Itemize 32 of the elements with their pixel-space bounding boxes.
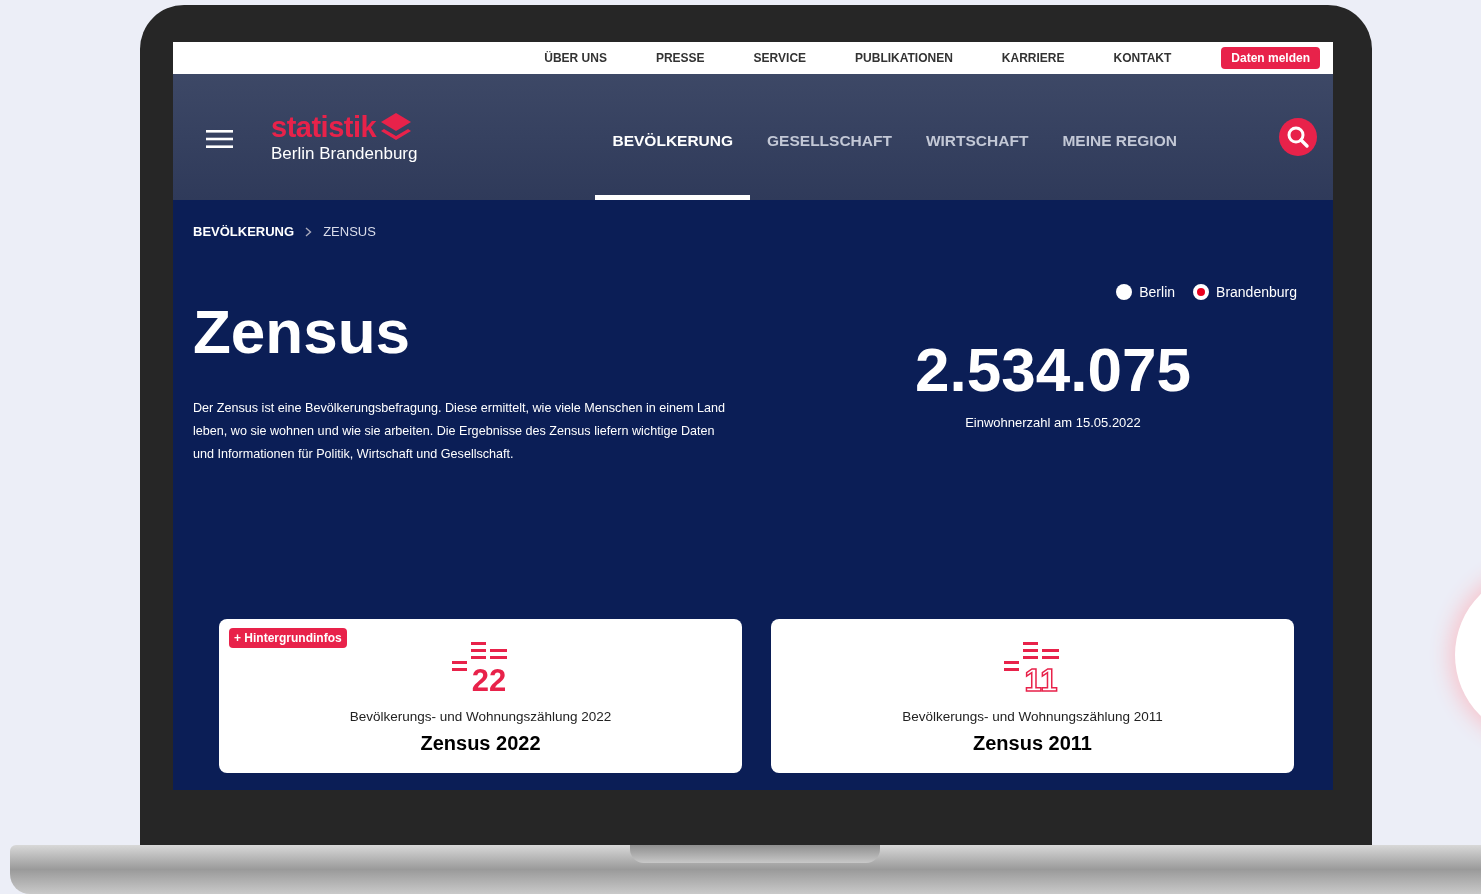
census-card[interactable]: 11 Bevölkerungs- und Wohnungszählung 2011 Zensus 2011 [771, 619, 1294, 773]
nav-tab[interactable]: GESELLSCHAFT [750, 74, 909, 200]
nav-tab[interactable]: WIRTSCHAFT [908, 74, 1046, 200]
logo-subtitle: Berlin Brandenburg [271, 144, 418, 164]
population-value: 2.534.075 [915, 334, 1191, 405]
card-subtitle: Bevölkerungs- und Wohnungszählung 2011 [902, 709, 1163, 724]
top-link[interactable]: SERVICE [753, 51, 807, 65]
top-link[interactable]: KARRIERE [1001, 51, 1065, 65]
top-link[interactable]: PUBLIKATIONEN [855, 51, 953, 65]
region-radio[interactable]: Brandenburg [1193, 284, 1297, 300]
intro-paragraph: Der Zensus ist eine Bevölkerungsbefragung. Diese ermittelt, wie viele Menschen in einem Land leben, wo sie wohnen und wie sie arbeiten. Die Ergebnisse des Zensus liefern wichtige Daten und Informationen für Politik, Wirtschaft und Gesellschaft. [193, 400, 726, 463]
logo-wordmark: statistik [271, 112, 377, 142]
population-caption: Einwohnerzahl am 15.05.2022 [965, 415, 1141, 430]
search-icon [1286, 125, 1310, 149]
card-subtitle: Bevölkerungs- und Wohnungszählung 2022 [349, 709, 612, 724]
page-title: Zensus [193, 301, 412, 363]
chevron-right-icon [305, 226, 313, 237]
report-button[interactable]: Daten melden [1221, 47, 1320, 69]
top-link[interactable]: PRESSE [655, 51, 705, 65]
breadcrumb-link[interactable]: ZENSUS [323, 224, 376, 239]
top-link[interactable]: KONTAKT [1113, 51, 1172, 65]
menu-icon[interactable] [206, 129, 233, 149]
layers-icon [380, 112, 413, 142]
top-link[interactable]: ÜBER UNS [544, 51, 607, 65]
card-title: Zensus 2022 [420, 732, 541, 755]
background-info-tag[interactable]: + Hintergrundinfos [229, 628, 347, 648]
census-card[interactable]: + Hintergrundinfos 22 Bevölkerungs- und Wohnungszählung 2022 Zensus 2022 [219, 619, 742, 773]
card-title: Zensus 2011 [973, 732, 1092, 755]
search-button[interactable] [1279, 118, 1317, 156]
breadcrumb-link[interactable]: BEVÖLKERUNG [193, 224, 295, 239]
nav-tab[interactable]: MEINE REGION [1045, 74, 1194, 200]
region-radio[interactable]: Berlin [1116, 284, 1176, 300]
